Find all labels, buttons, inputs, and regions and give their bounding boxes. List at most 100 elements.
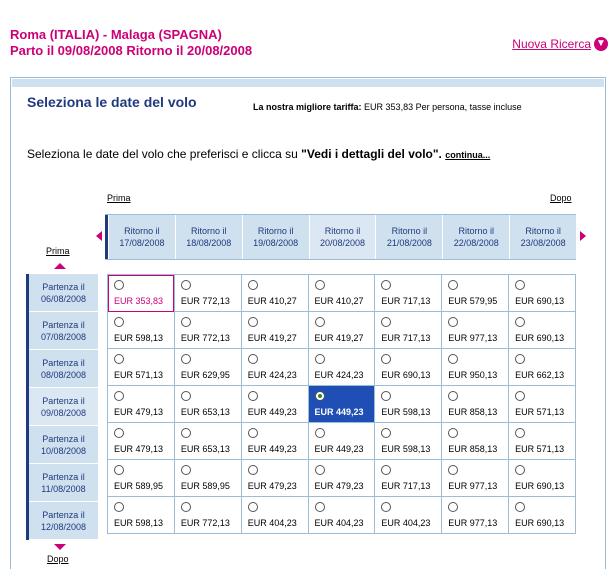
fare-radio[interactable] — [381, 280, 392, 290]
fare-radio[interactable] — [114, 502, 124, 512]
departure-date-cell[interactable]: Partenza il 12/08/2008 — [29, 502, 98, 540]
fare-cell[interactable]: EUR 404,23 — [374, 496, 443, 534]
fare-cell[interactable]: EUR 598,13 — [107, 496, 175, 534]
fare-cell[interactable]: EUR 858,13 — [441, 422, 510, 460]
fare-radio[interactable] — [515, 280, 526, 290]
next-return-arrow-icon[interactable] — [580, 231, 586, 241]
fare-cell[interactable]: EUR 858,13 — [441, 385, 510, 423]
fare-radio[interactable] — [448, 465, 459, 475]
fare-cell[interactable]: EUR 598,13 — [107, 311, 175, 349]
fare-radio[interactable] — [381, 354, 392, 364]
fare-radio[interactable] — [247, 280, 258, 290]
fare-cell[interactable]: EUR 772,13 — [173, 496, 242, 534]
return-date-header-cell[interactable]: Ritorno il 18/08/2008 — [174, 215, 242, 259]
fare-radio[interactable] — [314, 391, 325, 401]
fare-cell[interactable]: EUR 977,13 — [441, 459, 510, 497]
fare-cell[interactable]: EUR 690,13 — [508, 274, 576, 312]
fare-radio[interactable] — [180, 428, 191, 438]
fare-radio[interactable] — [114, 391, 124, 401]
fare-cell[interactable]: EUR 717,13 — [374, 274, 443, 312]
fare-radio[interactable] — [180, 354, 191, 364]
prev-return-link[interactable]: Prima — [107, 193, 131, 203]
fare-radio[interactable] — [314, 502, 325, 512]
fare-radio[interactable] — [114, 317, 124, 327]
fare-cell[interactable]: EUR 479,13 — [107, 422, 175, 460]
prev-departure-arrow-icon[interactable] — [54, 263, 66, 269]
departure-date-cell[interactable]: Partenza il 07/08/2008 — [29, 312, 98, 350]
departure-date-cell[interactable]: Partenza il 10/08/2008 — [29, 426, 98, 464]
fare-radio[interactable] — [381, 391, 392, 401]
fare-cell[interactable]: EUR 571,13 — [508, 422, 576, 460]
fare-cell[interactable]: EUR 662,13 — [508, 348, 576, 386]
fare-radio[interactable] — [114, 354, 124, 364]
next-departure-link[interactable]: Dopo — [47, 554, 69, 564]
fare-radio[interactable] — [247, 317, 258, 327]
fare-cell[interactable]: EUR 404,23 — [240, 496, 309, 534]
fare-radio[interactable] — [114, 280, 124, 290]
fare-cell[interactable]: EUR 653,13 — [173, 385, 242, 423]
fare-cell[interactable]: EUR 690,13 — [508, 496, 576, 534]
fare-radio[interactable] — [448, 428, 459, 438]
fare-cell[interactable]: EUR 690,13 — [374, 348, 443, 386]
new-search-link[interactable]: Nuova Ricerca ▼ — [512, 37, 608, 51]
fare-cell[interactable]: EUR 772,13 — [173, 274, 242, 312]
return-date-header-cell[interactable]: Ritorno il 22/08/2008 — [442, 215, 509, 259]
fare-cell[interactable]: EUR 449,23 — [240, 385, 309, 423]
fare-radio[interactable] — [448, 354, 459, 364]
fare-cell[interactable]: EUR 479,13 — [107, 385, 175, 423]
return-date-header-cell[interactable]: Ritorno il 21/08/2008 — [375, 215, 442, 259]
fare-cell[interactable]: EUR 419,27 — [307, 311, 376, 349]
return-date-header-cell[interactable]: Ritorno il 20/08/2008 — [308, 215, 376, 259]
fare-radio[interactable] — [180, 280, 191, 290]
fare-cell[interactable]: EUR 589,95 — [107, 459, 175, 497]
fare-cell[interactable]: EUR 424,23 — [307, 348, 376, 386]
fare-radio[interactable] — [448, 502, 459, 512]
fare-cell[interactable]: EUR 772,13 — [173, 311, 242, 349]
fare-radio[interactable] — [381, 428, 392, 438]
fare-cell[interactable]: EUR 579,95 — [441, 274, 510, 312]
fare-radio[interactable] — [314, 280, 325, 290]
fare-cell[interactable]: EUR 629,95 — [173, 348, 242, 386]
fare-radio[interactable] — [515, 465, 526, 475]
fare-cell[interactable]: EUR 950,13 — [441, 348, 510, 386]
fare-cell[interactable]: EUR 404,23 — [307, 496, 376, 534]
fare-radio[interactable] — [314, 428, 325, 438]
departure-date-cell[interactable]: Partenza il 09/08/2008 — [29, 388, 98, 426]
prev-return-arrow-icon[interactable] — [96, 231, 102, 241]
fare-radio[interactable] — [314, 354, 325, 364]
fare-radio[interactable] — [314, 465, 325, 475]
fare-radio[interactable] — [247, 502, 258, 512]
fare-cell[interactable]: EUR 690,13 — [508, 459, 576, 497]
fare-cell[interactable]: EUR 479,23 — [307, 459, 376, 497]
fare-cell[interactable]: EUR 449,23 — [307, 385, 376, 423]
fare-cell[interactable]: EUR 977,13 — [441, 496, 510, 534]
next-return-link[interactable]: Dopo — [550, 193, 572, 203]
fare-cell[interactable]: EUR 977,13 — [441, 311, 510, 349]
fare-cell[interactable]: EUR 571,13 — [107, 348, 175, 386]
fare-radio[interactable] — [247, 465, 258, 475]
fare-cell[interactable]: EUR 424,23 — [240, 348, 309, 386]
fare-radio[interactable] — [381, 465, 392, 475]
fare-radio[interactable] — [448, 391, 459, 401]
fare-radio[interactable] — [180, 317, 191, 327]
fare-radio[interactable] — [515, 428, 526, 438]
fare-radio[interactable] — [114, 465, 124, 475]
fare-cell[interactable]: EUR 653,13 — [173, 422, 242, 460]
fare-radio[interactable] — [247, 354, 258, 364]
fare-radio[interactable] — [515, 317, 526, 327]
fare-cell[interactable]: EUR 571,13 — [508, 385, 576, 423]
return-date-header-cell[interactable]: Ritorno il 17/08/2008 — [108, 215, 175, 259]
fare-cell[interactable]: EUR 353,83 — [107, 274, 175, 312]
fare-cell[interactable]: EUR 598,13 — [374, 385, 443, 423]
fare-cell[interactable]: EUR 717,13 — [374, 311, 443, 349]
fare-radio[interactable] — [448, 317, 459, 327]
next-departure-arrow-icon[interactable] — [54, 544, 66, 550]
fare-cell[interactable]: EUR 410,27 — [307, 274, 376, 312]
fare-cell[interactable]: EUR 449,23 — [240, 422, 309, 460]
fare-radio[interactable] — [180, 465, 191, 475]
fare-cell[interactable]: EUR 410,27 — [240, 274, 309, 312]
fare-radio[interactable] — [515, 354, 526, 364]
fare-radio[interactable] — [247, 428, 258, 438]
fare-radio[interactable] — [114, 428, 124, 438]
fare-radio[interactable] — [515, 502, 526, 512]
